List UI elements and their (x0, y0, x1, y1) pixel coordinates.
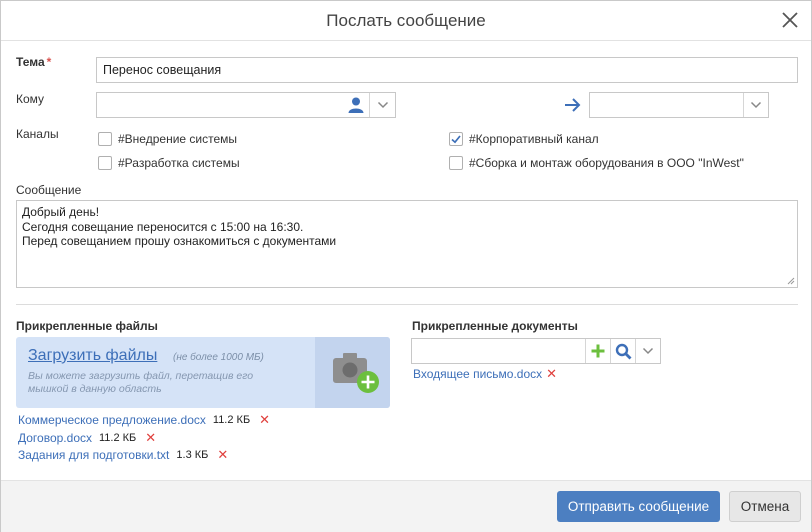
channel-checkbox-assembly[interactable] (449, 156, 463, 170)
chevron-down-icon[interactable] (635, 339, 660, 363)
resize-handle-icon[interactable] (787, 277, 795, 285)
delete-x-icon[interactable]: ✕ (546, 366, 557, 382)
subject-label: Тема * (16, 55, 52, 69)
channel-label-assembly: #Сборка и монтаж оборудования в ООО "InW… (469, 156, 744, 170)
chevron-down-icon[interactable] (743, 93, 768, 117)
message-label: Сообщение (16, 183, 82, 197)
subject-input[interactable]: Перенос совещания (96, 57, 798, 83)
target-select[interactable] (589, 92, 769, 118)
dialog-header: Послать сообщение (1, 1, 811, 41)
message-line: Сегодня совещание переносится с 15:00 на… (22, 219, 304, 234)
camera-add-icon (333, 353, 379, 393)
channel-checkbox-corporate[interactable] (449, 132, 463, 146)
upload-limit-note: (не более 1000 МБ) (173, 352, 264, 363)
attached-files-heading: Прикрепленные файлы (16, 319, 158, 333)
attached-file-item: Задания для подготовки.txt 1.3 КБ ✕ (18, 447, 228, 463)
required-mark: * (46, 55, 52, 69)
channel-checkbox-implementation[interactable] (98, 132, 112, 146)
dialog-title: Послать сообщение (326, 11, 486, 30)
file-link[interactable]: Задания для подготовки.txt (18, 448, 169, 462)
upload-hint: Вы можете загрузить файл, перетащив его … (28, 370, 254, 395)
send-message-dialog: Послать сообщение Тема * Перенос совещани… (0, 0, 812, 532)
send-message-button[interactable]: Отправить сообщение (557, 491, 720, 522)
channel-checkbox-development[interactable] (98, 156, 112, 170)
document-link[interactable]: Входящее письмо.docx (413, 367, 542, 381)
to-label: Кому (16, 92, 45, 106)
attached-document-item: Входящее письмо.docx ✕ (413, 366, 557, 382)
delete-x-icon[interactable]: ✕ (259, 412, 270, 428)
chevron-down-icon[interactable] (369, 93, 395, 117)
document-search-field[interactable] (411, 338, 661, 364)
channels-label: Каналы (16, 127, 59, 141)
file-link[interactable]: Коммерческое предложение.docx (18, 413, 206, 427)
upload-icon-area[interactable] (315, 337, 390, 408)
checkmark-icon (451, 135, 461, 144)
file-size: 11.2 КБ (99, 432, 137, 444)
file-drop-zone[interactable]: Загрузить файлы (не более 1000 МБ) Вы мо… (16, 337, 390, 408)
attached-file-item: Договор.docx 11.2 КБ ✕ (18, 430, 156, 446)
section-divider (16, 304, 798, 305)
file-link[interactable]: Договор.docx (18, 431, 92, 445)
message-textarea[interactable]: Добрый день! Сегодня совещание переносит… (16, 200, 798, 288)
upload-files-link[interactable]: Загрузить файлы (28, 347, 157, 365)
cancel-button[interactable]: Отмена (729, 491, 801, 522)
close-icon[interactable] (777, 7, 803, 33)
plus-icon[interactable] (585, 339, 610, 363)
recipient-field[interactable] (96, 92, 396, 118)
channel-label-development: #Разработка системы (118, 156, 240, 170)
channel-label-implementation: #Внедрение системы (118, 132, 238, 146)
delete-x-icon[interactable]: ✕ (217, 447, 228, 463)
file-size: 11.2 КБ (212, 414, 251, 426)
message-line: Добрый день! (22, 205, 100, 219)
attached-file-item: Коммерческое предложение.docx 11.2 КБ ✕ (18, 412, 270, 428)
delete-x-icon[interactable]: ✕ (145, 430, 156, 446)
search-icon[interactable] (610, 339, 635, 363)
attached-documents-heading: Прикрепленные документы (412, 319, 578, 333)
message-line: Перед совещанием прошу ознакомиться с до… (22, 234, 337, 248)
arrow-right-icon (564, 97, 582, 116)
channel-label-corporate: #Корпоративный канал (469, 132, 599, 146)
file-size: 1.3 КБ (176, 449, 209, 461)
user-icon[interactable] (343, 93, 369, 117)
